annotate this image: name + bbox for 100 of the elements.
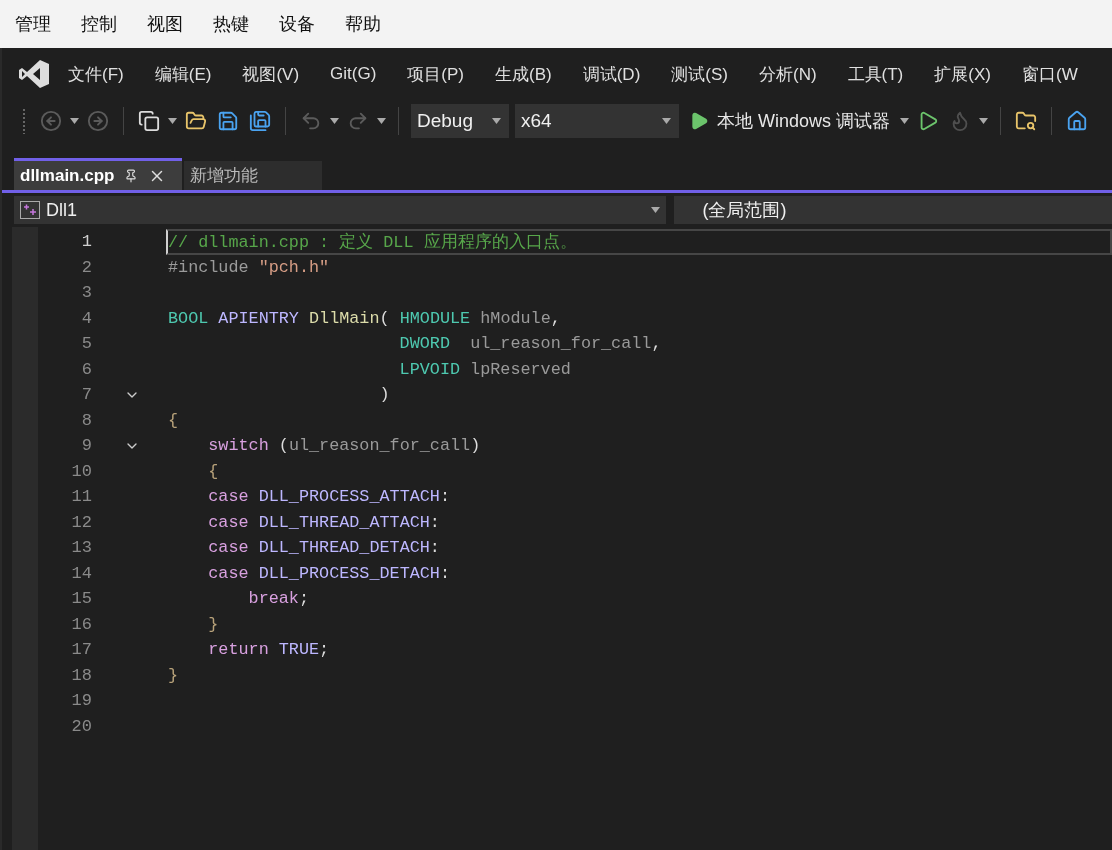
code-token: return [207, 640, 269, 660]
code-token: DLL_THREAD_DETACH [257, 538, 430, 558]
menu-item[interactable]: Git(G) [330, 64, 377, 84]
line-number: 17 [70, 640, 92, 660]
caret-icon[interactable] [168, 118, 177, 124]
project-dropdown[interactable]: Dll1 [14, 196, 667, 224]
code-token: ) [470, 436, 481, 456]
code-token: BOOL [168, 308, 209, 328]
code-token: ; [319, 640, 330, 660]
menu-item[interactable]: 测试(S) [671, 62, 728, 86]
menu-item[interactable]: 项目(P) [407, 62, 464, 86]
line-number: 11 [70, 487, 92, 507]
menu-item[interactable]: 管理 [15, 12, 51, 36]
code-token: , [651, 334, 662, 354]
code-token: ( [277, 436, 289, 456]
menu-item[interactable]: 生成(B) [495, 62, 552, 86]
caret-icon[interactable] [900, 118, 910, 124]
code-token: hModule [479, 308, 551, 328]
code-token: APIENTRY [217, 308, 299, 328]
code-token: ul_reason_for_call [469, 334, 652, 354]
code-token: DLL_PROCESS_ATTACH [257, 487, 440, 507]
scope-dropdown[interactable]: (全局范围) [674, 196, 1112, 224]
save-all-icon[interactable] [247, 108, 273, 134]
code-token: : [429, 538, 440, 558]
code-token: , [550, 308, 561, 328]
code-token: #include [168, 257, 250, 277]
line-number: 4 [80, 308, 92, 328]
code-token: "pch.h" [258, 257, 330, 277]
code-token: ; [298, 589, 309, 609]
code-token: } [168, 665, 179, 685]
line-number: 16 [70, 614, 92, 634]
menu-item[interactable]: 编辑(E) [154, 62, 212, 86]
code-token: DllMain [308, 308, 380, 328]
line-number: 12 [70, 512, 92, 532]
line-number: 9 [80, 436, 92, 456]
code-token: TRUE [277, 640, 320, 660]
code-token: case [207, 487, 249, 507]
line-number: 20 [70, 716, 92, 736]
caret-icon[interactable] [70, 118, 79, 124]
line-number: 15 [70, 589, 92, 609]
caret-icon[interactable] [651, 207, 661, 213]
menu-item[interactable]: 设备 [279, 12, 315, 36]
code-token: DLL_THREAD_ATTACH [257, 512, 430, 532]
new-project-icon[interactable] [136, 108, 162, 134]
code-token: DWORD [398, 334, 450, 354]
menu-item[interactable]: 热键 [213, 12, 249, 36]
caret-icon[interactable] [377, 118, 386, 124]
code-token: LPVOID [398, 359, 461, 379]
play-icon [689, 111, 709, 131]
caret-icon[interactable] [662, 118, 671, 124]
caret-icon[interactable] [492, 118, 501, 124]
code-token: switch [207, 436, 269, 456]
code-token: { [207, 461, 219, 481]
code-token: : [429, 512, 440, 532]
code-token: case [207, 538, 249, 558]
menu-item[interactable]: 帮助 [345, 12, 381, 36]
menu-item[interactable]: 控制 [81, 12, 117, 36]
code-token: // dllmain.cpp : 定义 DLL 应用程序的入口点。 [168, 231, 577, 254]
code-token: break [247, 589, 299, 609]
menu-item[interactable]: 调试(D) [582, 62, 641, 86]
menu-item[interactable]: 工具(T) [847, 62, 904, 86]
code-token: lpReserved [469, 359, 571, 379]
menu-item[interactable]: 视图(V) [242, 62, 300, 86]
pin-icon[interactable] [124, 168, 139, 183]
line-number: 19 [70, 691, 92, 711]
menu-item[interactable]: 视图 [147, 12, 183, 36]
code-token: ul_reason_for_call [288, 436, 471, 456]
line-number: 7 [80, 385, 92, 405]
code-token: : [439, 563, 450, 583]
line-number: 5 [80, 334, 92, 354]
platform-dropdown[interactable]: x64 [515, 104, 679, 138]
menu-item[interactable]: 文件(F) [68, 62, 124, 86]
configuration-dropdown[interactable]: Debug [411, 104, 509, 138]
logo-icon [18, 59, 50, 89]
menu-item[interactable]: 分析(N) [758, 62, 817, 86]
line-number: 1 [80, 232, 92, 252]
code-token: ) [378, 385, 390, 405]
code-token: case [207, 512, 249, 532]
run-debugger-button[interactable]: 本地 Windows 调试器 [685, 109, 895, 133]
line-number: 14 [70, 563, 92, 583]
line-number: 13 [70, 538, 92, 558]
line-number: 18 [70, 665, 92, 685]
code-token: case [207, 563, 249, 583]
caret-icon[interactable] [979, 118, 989, 124]
code-token: : [439, 487, 450, 507]
code-token: ( [379, 308, 391, 328]
document-tab[interactable]: dllmain.cpp [14, 158, 182, 190]
menu-item[interactable]: 扩展(X) [934, 62, 991, 86]
document-tab[interactable]: 新增功能 [184, 161, 322, 190]
project-icon [20, 201, 40, 219]
code-token: HMODULE [399, 308, 471, 328]
line-number: 10 [70, 461, 92, 481]
menu-item[interactable]: 窗口(W [1021, 62, 1078, 86]
caret-icon[interactable] [330, 118, 339, 124]
code-token: { [168, 410, 179, 430]
code-token: } [207, 614, 219, 634]
line-number: 6 [80, 359, 92, 379]
code-token: DLL_PROCESS_DETACH [257, 563, 440, 583]
line-number: 2 [80, 257, 92, 277]
line-number: 3 [80, 283, 92, 303]
